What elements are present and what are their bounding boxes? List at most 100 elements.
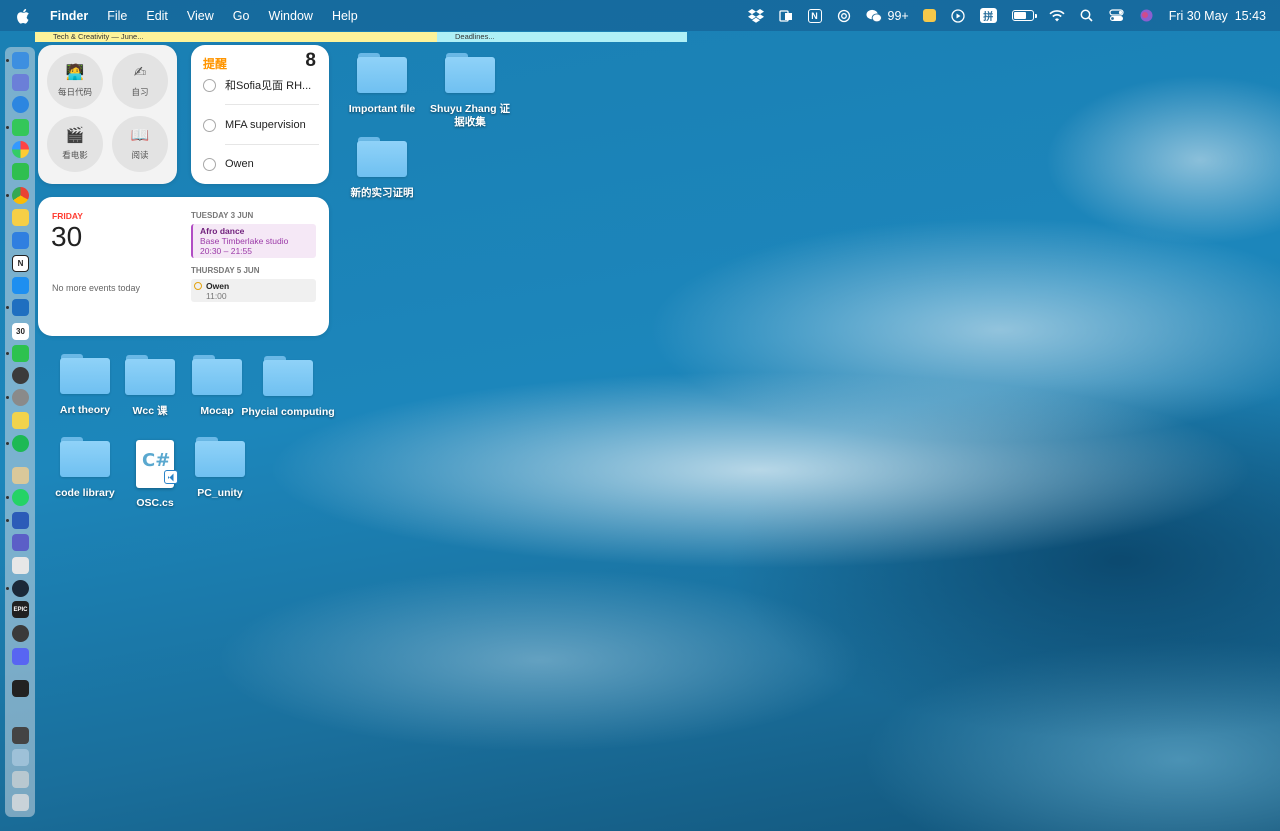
csharp-file-icon: C#	[136, 440, 178, 488]
trash-icon[interactable]	[12, 794, 29, 811]
desktop-item-label: Important file	[348, 103, 416, 115]
terminal-icon[interactable]	[12, 680, 29, 697]
quicktime-icon[interactable]	[12, 625, 29, 642]
reminder-checkbox[interactable]	[203, 78, 216, 92]
calendar-weekday: FRIDAY	[52, 211, 83, 221]
event-time: 11:00	[206, 291, 227, 301]
spotlight-icon[interactable]	[1079, 8, 1095, 24]
siri-icon[interactable]	[1139, 8, 1155, 24]
mail-icon[interactable]	[12, 557, 29, 574]
calendar-icon[interactable]: 30	[12, 323, 29, 340]
finder-icon[interactable]	[12, 52, 29, 69]
vscode-icon[interactable]	[12, 299, 29, 316]
menu-file[interactable]: File	[107, 9, 127, 23]
menu-edit[interactable]: Edit	[146, 9, 168, 23]
shortcut-label: 看电影	[62, 150, 88, 160]
folder-icon	[445, 53, 495, 93]
chrome-icon[interactable]	[12, 187, 29, 204]
sticky-note-deadlines[interactable]: Deadlines...	[437, 32, 687, 42]
wechat-badge: 99+	[887, 8, 909, 23]
files-icon[interactable]	[12, 771, 29, 788]
wechat-icon[interactable]	[12, 345, 29, 362]
preview-icon[interactable]	[12, 467, 29, 484]
event-status-icon	[194, 282, 202, 290]
shortcut-label: 每日代码	[57, 87, 92, 97]
desktop-folder-important-file[interactable]: Important file	[334, 53, 430, 116]
play-icon[interactable]	[950, 8, 966, 24]
photos-icon[interactable]	[12, 141, 29, 158]
event-title: Owen	[206, 281, 230, 291]
dock: N 30 EPIC	[5, 47, 35, 817]
folder-icon	[263, 356, 313, 396]
office-icon[interactable]	[778, 8, 794, 24]
messages-icon[interactable]	[12, 119, 29, 136]
menu-help[interactable]: Help	[332, 9, 358, 23]
facetime-icon[interactable]	[12, 163, 29, 180]
downloads-icon[interactable]	[12, 749, 29, 766]
menu-app-name[interactable]: Finder	[50, 9, 88, 23]
sticky-note-tech-creativity[interactable]: Tech & Creativity — June...	[35, 32, 437, 42]
menu-bar: Finder File Edit View Go Window Help N 9…	[0, 0, 1280, 31]
word-icon[interactable]	[12, 512, 29, 529]
reminder-item[interactable]: MFA supervision	[203, 115, 323, 135]
apple-menu-icon[interactable]	[16, 8, 30, 24]
teams-icon[interactable]	[12, 534, 29, 551]
notion-icon[interactable]: N	[807, 8, 822, 23]
status-menus: N 99+ 拼 Fri 30 May 15:43	[747, 0, 1266, 31]
menu-go[interactable]: Go	[233, 9, 250, 23]
desktop-folder-physical-computing[interactable]: Phycial computing	[240, 356, 336, 419]
calendar-event-afro-dance[interactable]: Afro dance Base Timberlake studio 20:30 …	[191, 224, 316, 258]
desktop-item-label: Phycial computing	[241, 406, 335, 418]
wechat-status[interactable]: 99+	[865, 8, 909, 24]
discord-icon[interactable]	[12, 648, 29, 665]
coder-icon: 🧑‍💻	[65, 64, 85, 81]
notes-icon[interactable]	[12, 209, 29, 226]
chatgpt-icon[interactable]	[836, 8, 852, 24]
reminder-checkbox[interactable]	[203, 118, 216, 132]
calendar-event-owen[interactable]: Owen 11:00	[191, 279, 316, 302]
desktop-folder-pc-unity[interactable]: PC_unity	[172, 437, 268, 500]
calendar-no-events: No more events today	[52, 283, 141, 293]
calendar-widget[interactable]: FRIDAY 30 No more events today TUESDAY 3…	[38, 197, 329, 336]
reminder-item[interactable]: Owen	[203, 154, 323, 174]
divider	[225, 144, 319, 145]
battery-icon[interactable]	[1011, 8, 1037, 24]
shortcut-self-study[interactable]: ✍ 自习	[112, 53, 168, 109]
steam-icon[interactable]	[12, 580, 29, 597]
notion-icon[interactable]: N	[12, 255, 29, 272]
stickies-icon[interactable]	[12, 412, 29, 429]
shortcut-daily-code[interactable]: 🧑‍💻 每日代码	[47, 53, 103, 109]
desktop-item-label: PC_unity	[197, 487, 243, 499]
menu-window[interactable]: Window	[268, 9, 312, 23]
whatsapp-icon[interactable]	[12, 489, 29, 506]
shortcut-watch-movie[interactable]: 🎬 看电影	[47, 116, 103, 172]
screen-recorder-icon[interactable]	[12, 727, 29, 744]
launchpad-icon[interactable]	[12, 74, 29, 91]
shortcut-reading[interactable]: 📖 阅读	[112, 116, 168, 172]
reminder-item[interactable]: 和Sofia见面 RH...	[203, 75, 323, 95]
calendar-day: 30	[51, 221, 83, 252]
event-time: 20:30 – 21:55	[200, 246, 252, 256]
desktop-folder-internship-proof[interactable]: 新的实习证明	[334, 137, 430, 200]
running-indicator	[6, 442, 9, 445]
dropbox-icon[interactable]	[747, 8, 764, 24]
menubar-clock[interactable]: Fri 30 May 15:43	[1169, 9, 1266, 23]
chatgpt-icon[interactable]	[12, 367, 29, 384]
input-method-icon[interactable]: 拼	[979, 8, 997, 23]
menu-view[interactable]: View	[187, 9, 214, 23]
safari-icon[interactable]	[12, 96, 29, 113]
reminder-checkbox[interactable]	[203, 157, 216, 171]
folder-icon	[60, 437, 110, 477]
epic-games-icon[interactable]: EPIC	[12, 601, 29, 618]
system-settings-icon[interactable]	[12, 389, 29, 406]
note-icon[interactable]	[922, 9, 936, 22]
keynote-icon[interactable]	[12, 232, 29, 249]
wechat-icon	[865, 8, 882, 24]
control-center-icon[interactable]	[1109, 8, 1125, 24]
running-indicator	[6, 496, 9, 499]
reminders-widget[interactable]: 提醒 8 和Sofia见面 RH... MFA supervision Owen	[191, 45, 329, 184]
app-store-icon[interactable]	[12, 277, 29, 294]
desktop-folder-shuyu-zhang[interactable]: Shuyu Zhang 证据收集	[422, 53, 518, 129]
spotify-icon[interactable]	[12, 435, 29, 452]
wifi-icon[interactable]	[1049, 8, 1065, 24]
